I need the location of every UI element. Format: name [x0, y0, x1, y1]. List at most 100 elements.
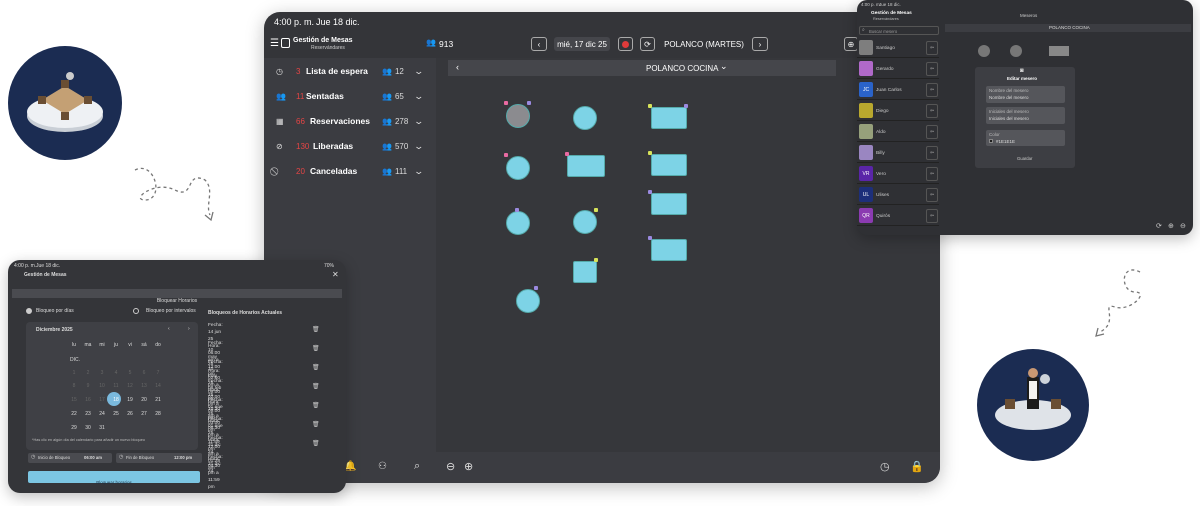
- day-cell[interactable]: 30: [82, 425, 94, 431]
- table-round[interactable]: [978, 45, 990, 57]
- list-item[interactable]: Billy ⇦: [857, 143, 939, 163]
- day-cell[interactable]: 9: [82, 383, 94, 389]
- list-item[interactable]: VR Vero ⇦: [857, 164, 939, 184]
- day-cell[interactable]: 2: [82, 370, 94, 376]
- day-cell[interactable]: 3: [96, 370, 108, 376]
- day-cell[interactable]: 24: [96, 411, 108, 417]
- record-button[interactable]: [618, 37, 633, 51]
- refresh-button[interactable]: ⟳: [640, 37, 655, 51]
- day-cell[interactable]: 14: [152, 383, 164, 389]
- assign-icon[interactable]: ⇦: [926, 209, 938, 223]
- tab-waiters[interactable]: Meseros: [1020, 13, 1037, 18]
- name-field[interactable]: Nombre del mesero Nombre del mesero: [986, 86, 1065, 103]
- day-cell[interactable]: 19: [124, 397, 136, 403]
- day-cell[interactable]: 27: [138, 411, 150, 417]
- radio-intervals[interactable]: [133, 308, 139, 314]
- list-item[interactable]: UL Ulises ⇦: [857, 185, 939, 205]
- day-cell[interactable]: 25: [110, 411, 122, 417]
- lock-icon[interactable]: 🔒: [910, 460, 924, 473]
- date-selector[interactable]: mié, 17 dic 25: [554, 37, 610, 51]
- assign-icon[interactable]: ⇦: [926, 41, 938, 55]
- location-selector[interactable]: POLANCO (MARTES): [662, 37, 746, 51]
- day-cell[interactable]: 20: [138, 397, 150, 403]
- table-rect[interactable]: [1049, 46, 1069, 56]
- trash-icon[interactable]: 🗑: [312, 383, 320, 390]
- trash-icon[interactable]: 🗑: [312, 402, 320, 409]
- day-cell[interactable]: 7: [152, 370, 164, 376]
- sidebar-item-reservations[interactable]: ▦ 66 Reservaciones 👥 278 ⌄: [264, 109, 436, 133]
- initials-field[interactable]: Iniciales del mesero Iniciales del mesero: [986, 107, 1065, 124]
- table-rect[interactable]: [567, 155, 605, 177]
- sidebar-item-cancelled[interactable]: ⃠ 20 Canceladas 👥111 ⌄: [264, 159, 436, 183]
- save-button[interactable]: Guardar: [1017, 156, 1032, 161]
- assign-icon[interactable]: ⇦: [926, 62, 938, 76]
- list-item[interactable]: Diego ⇦: [857, 101, 939, 121]
- day-cell[interactable]: 5: [124, 370, 136, 376]
- assign-icon[interactable]: ⇦: [926, 146, 938, 160]
- search-icon[interactable]: ⌕: [414, 460, 420, 473]
- color-field[interactable]: Color #1E1E1E: [986, 130, 1065, 146]
- trash-icon[interactable]: 🗑: [312, 421, 320, 428]
- zoom-out-icon[interactable]: ⊖: [446, 460, 455, 473]
- zoom-in-icon[interactable]: ⊕: [464, 460, 473, 473]
- list-item[interactable]: Gerardo ⇦: [857, 59, 939, 79]
- table-round[interactable]: [506, 211, 530, 235]
- day-cell[interactable]: 16: [82, 397, 94, 403]
- radio-days[interactable]: [26, 308, 32, 314]
- table-round[interactable]: [506, 104, 530, 128]
- day-cell[interactable]: 23: [82, 411, 94, 417]
- start-field[interactable]: ◷ Inicio de Bloqueo 06:00 am: [28, 453, 112, 463]
- user-button[interactable]: ⊕: [844, 37, 858, 51]
- day-cell[interactable]: 13: [138, 383, 150, 389]
- close-icon[interactable]: ✕: [332, 270, 339, 279]
- table-rect[interactable]: [573, 261, 597, 283]
- table-round[interactable]: [573, 210, 597, 234]
- table-round[interactable]: [573, 106, 597, 130]
- table-rect[interactable]: [651, 239, 687, 261]
- assign-icon[interactable]: ⇦: [926, 104, 938, 118]
- sidebar-item-waitlist[interactable]: ◷ 3 Lista de espera 👥 12 ⌄: [264, 59, 436, 83]
- list-item[interactable]: QR Quirós ⇦: [857, 206, 939, 226]
- submit-block-button[interactable]: Bloquear horarios: [28, 471, 200, 485]
- day-cell[interactable]: 22: [68, 411, 80, 417]
- day-cell[interactable]: 21: [152, 397, 164, 403]
- table-rect[interactable]: [651, 154, 687, 176]
- back-icon[interactable]: ‹: [456, 62, 459, 72]
- day-cell[interactable]: 10: [96, 383, 108, 389]
- day-cell[interactable]: 31: [96, 425, 108, 431]
- day-cell[interactable]: 6: [138, 370, 150, 376]
- day-cell[interactable]: 28: [152, 411, 164, 417]
- table-rect[interactable]: [651, 107, 687, 129]
- day-cell[interactable]: 8: [68, 383, 80, 389]
- floor-selector[interactable]: POLANCO COCINA: [646, 64, 718, 73]
- trash-icon[interactable]: 🗑: [312, 364, 320, 371]
- prev-month-icon[interactable]: ‹: [168, 326, 170, 332]
- end-field[interactable]: ◷ Fin de Bloqueo 12:00 pm: [116, 453, 202, 463]
- zoom-in-icon[interactable]: ⊕: [1168, 222, 1174, 230]
- table-round[interactable]: [1010, 45, 1022, 57]
- selected-day[interactable]: 18: [110, 397, 122, 403]
- assign-icon[interactable]: ⇦: [926, 125, 938, 139]
- day-cell[interactable]: 26: [124, 411, 136, 417]
- table-round[interactable]: [506, 156, 530, 180]
- chef-icon[interactable]: ⚇: [378, 461, 387, 472]
- trash-icon[interactable]: 🗑: [312, 440, 320, 447]
- zoom-out-icon[interactable]: ⊖: [1180, 222, 1186, 230]
- assign-icon[interactable]: ⇦: [926, 167, 938, 181]
- trash-icon[interactable]: 🗑: [312, 345, 320, 352]
- list-item[interactable]: JC Juan Carlos ⇦: [857, 80, 939, 100]
- day-cell[interactable]: 29: [68, 425, 80, 431]
- day-cell[interactable]: 12: [124, 383, 136, 389]
- assign-icon[interactable]: ⇦: [926, 83, 938, 97]
- sidebar-item-released[interactable]: ⊘ 130 Liberadas 👥 570 ⌄: [264, 134, 436, 158]
- table-rect[interactable]: [651, 193, 687, 215]
- assign-icon[interactable]: ⇦: [926, 188, 938, 202]
- day-cell[interactable]: 11: [110, 383, 122, 389]
- next-date-button[interactable]: ›: [752, 37, 768, 51]
- search-input[interactable]: ⌕ Buscar mesero: [859, 26, 939, 35]
- prev-date-button[interactable]: ‹: [531, 37, 547, 51]
- trash-icon[interactable]: 🗑: [312, 326, 320, 333]
- day-cell[interactable]: 1: [68, 370, 80, 376]
- refresh-icon[interactable]: ⟳: [1156, 222, 1162, 230]
- next-month-icon[interactable]: ›: [188, 326, 190, 332]
